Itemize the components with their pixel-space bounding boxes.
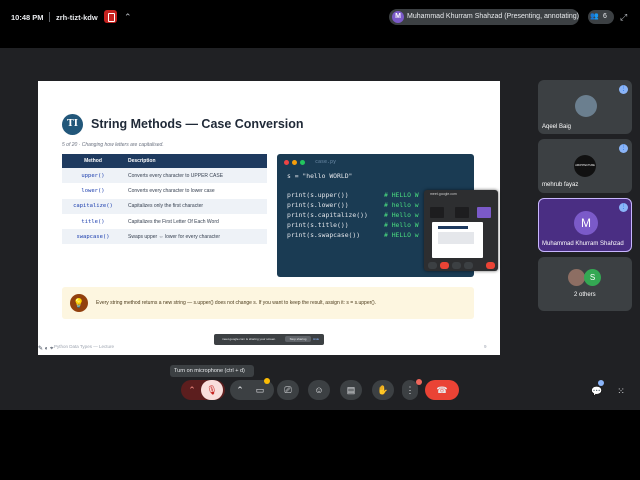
pip-participant-tile bbox=[430, 207, 444, 218]
table-header: Method Description bbox=[62, 154, 267, 168]
slide-title: String Methods — Case Conversion bbox=[91, 117, 304, 131]
presenter-status: Muhammad Khurram Shahzad (Presenting, an… bbox=[407, 13, 579, 20]
method-cell: title() bbox=[81, 218, 105, 225]
meet-window: 10:48 PM zrh-tizt-kdw ⌃ M Muhammad Khurr… bbox=[0, 0, 640, 480]
method-cell: capitalize() bbox=[73, 203, 113, 210]
code-line: print(s.capitalize()) bbox=[287, 211, 368, 219]
code-comment: # HELLO W bbox=[384, 191, 419, 199]
column-header: Method bbox=[84, 158, 102, 164]
method-cell: swapcase() bbox=[76, 233, 110, 240]
slide-subtitle: 5 of 20 · Changing how letters are capit… bbox=[62, 142, 164, 148]
pip-participant-tile bbox=[477, 207, 491, 218]
method-cell: upper() bbox=[81, 172, 105, 179]
table-row: lower() Converts every character to lowe… bbox=[62, 183, 267, 198]
slide-page-number: 9 bbox=[484, 344, 487, 349]
window-dot-red bbox=[284, 160, 289, 165]
clock: 10:48 PM bbox=[11, 13, 44, 22]
table-row: swapcase() Swaps upper ⇔ lower for every… bbox=[62, 229, 267, 245]
tip-text: Every string method returns a new string… bbox=[96, 300, 376, 306]
code-line: s = "hello WORLD" bbox=[287, 172, 353, 180]
code-comment: # Hello w bbox=[384, 211, 419, 219]
description-cell: Converts every character to UPPER CASE bbox=[128, 172, 224, 179]
description-cell: Capitalizes the First Letter Of Each Wor… bbox=[128, 218, 219, 225]
window-dot-yellow bbox=[292, 160, 297, 165]
stop-sharing-button[interactable]: Stop sharing bbox=[285, 336, 311, 342]
chat-icon[interactable]: 💬 bbox=[586, 381, 608, 401]
code-line: print(s.upper()) bbox=[287, 191, 349, 199]
recording-icon bbox=[104, 10, 117, 23]
participant-avatar: S bbox=[584, 269, 601, 286]
code-line: print(s.swapcase()) bbox=[287, 231, 361, 239]
code-filename: case.py bbox=[315, 159, 337, 165]
participant-name: mehrub fayaz bbox=[542, 182, 579, 188]
lightbulb-icon: 💡 bbox=[70, 294, 88, 312]
participant-photo bbox=[568, 269, 585, 286]
code-line: print(s.lower()) bbox=[287, 201, 349, 209]
pip-hangup-button[interactable] bbox=[486, 262, 495, 269]
participant-name: Muhammad Khurram Shahzad bbox=[542, 241, 624, 247]
warning-badge bbox=[264, 378, 270, 384]
table-row: upper() Converts every character to UPPE… bbox=[62, 168, 267, 184]
speaking-icon: ⋮ bbox=[619, 85, 628, 94]
chevron-up-icon[interactable]: ⌃ bbox=[124, 12, 132, 23]
hide-notice-button[interactable]: Hide bbox=[313, 337, 319, 341]
window-dot-green bbox=[300, 160, 305, 165]
chat-badge bbox=[598, 380, 604, 386]
description-cell: Capitalizes only the first character bbox=[128, 203, 204, 210]
speaking-icon: ⋮ bbox=[619, 144, 628, 153]
sharing-notice-text: meet.google.com is sharing your screen. bbox=[222, 337, 277, 341]
column-header: Description bbox=[128, 158, 156, 164]
slide-footer: Python Data Types — Lecture bbox=[54, 344, 114, 349]
table-row: title() Capitalizes the First Letter Of … bbox=[62, 214, 267, 229]
description-cell: Swaps upper ⇔ lower for every character bbox=[128, 233, 220, 240]
participant-name: Aqeel Baig bbox=[542, 124, 572, 130]
leave-call-button[interactable]: ☎ bbox=[425, 380, 459, 400]
participant-avatar: ARCHITECTURE bbox=[574, 155, 596, 177]
description-cell: Converts every character to lower case bbox=[128, 187, 215, 194]
presenter-avatar: M bbox=[392, 11, 404, 23]
pip-title: meet.google.com bbox=[430, 192, 457, 196]
code-line: print(s.title()) bbox=[287, 221, 349, 229]
pip-control[interactable] bbox=[428, 262, 437, 269]
notification-badge bbox=[416, 379, 422, 385]
method-cell: lower() bbox=[81, 187, 105, 194]
participant-avatar: M bbox=[574, 211, 598, 235]
fullscreen-icon[interactable]: ⤢ bbox=[620, 12, 627, 23]
participant-count: 6 bbox=[603, 13, 607, 20]
participant-name: 2 others bbox=[574, 292, 596, 298]
code-comment: # hello w bbox=[384, 201, 419, 209]
slide-logo: TI bbox=[62, 114, 83, 135]
participant-photo bbox=[575, 95, 597, 117]
tooltip-text: Turn on microphone (ctrl + d) bbox=[174, 368, 245, 374]
captions-icon[interactable]: ▤ bbox=[340, 380, 362, 400]
pip-camera-button[interactable] bbox=[452, 262, 461, 269]
emoji-icon[interactable]: ☺ bbox=[308, 380, 330, 400]
annotation-tools-icon[interactable]: ✎ ◐ ⌖ bbox=[38, 345, 53, 353]
pip-participant-tile bbox=[455, 207, 469, 218]
present-screen-icon[interactable]: ⎚ bbox=[277, 380, 299, 400]
chevron-up-icon[interactable]: ⌃ bbox=[183, 380, 201, 400]
participant-tile[interactable] bbox=[538, 257, 632, 311]
pip-preview-title bbox=[438, 226, 468, 229]
raise-hand-icon[interactable]: ✋ bbox=[372, 380, 394, 400]
meeting-code: zrh-tizt-kdw bbox=[56, 13, 98, 22]
pip-control[interactable] bbox=[464, 262, 473, 269]
code-comment: # HELLO w bbox=[384, 231, 419, 239]
pip-mic-button[interactable] bbox=[440, 262, 449, 269]
activities-icon[interactable]: ⁙ bbox=[610, 381, 632, 401]
speaking-icon: ⋮ bbox=[619, 203, 628, 212]
code-comment: # Hello W bbox=[384, 221, 419, 229]
pip-preview-body bbox=[438, 232, 474, 244]
table-row: capitalize() Capitalizes only the first … bbox=[62, 198, 267, 214]
people-icon: 👥 bbox=[590, 13, 599, 20]
mic-off-icon[interactable]: 🎙 bbox=[201, 380, 223, 400]
divider bbox=[49, 12, 50, 22]
methods-table: Method Description upper() Converts ever… bbox=[62, 154, 267, 245]
chevron-up-icon[interactable]: ⌃ bbox=[232, 380, 248, 400]
